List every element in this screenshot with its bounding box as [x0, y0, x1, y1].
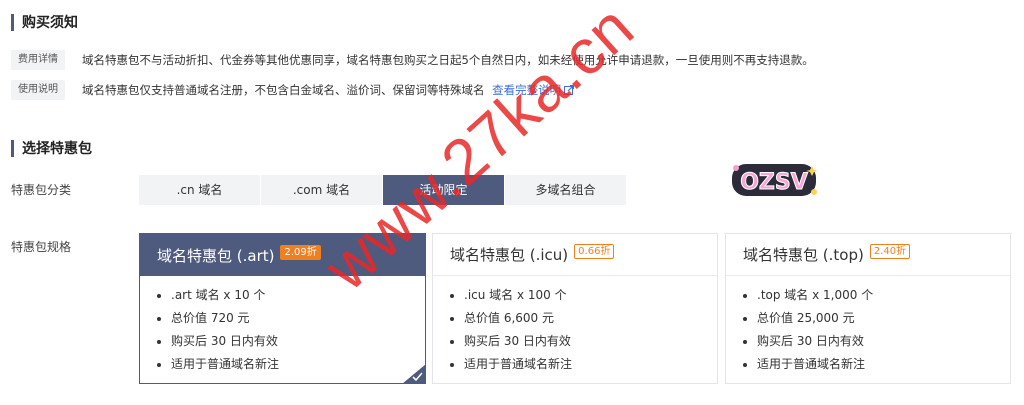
item-text: 总价值 6,600 元 — [464, 311, 554, 325]
tab-cn[interactable]: .cn 域名 — [139, 175, 260, 205]
list-item: 购买后 30 日内有效 — [450, 330, 717, 353]
item-text: 适用于普通域名新注 — [757, 357, 866, 371]
bullet-icon — [157, 362, 161, 367]
item-text: 总价值 25,000 元 — [757, 311, 855, 325]
list-item: .top 域名 x 1,000 个 — [743, 284, 1010, 307]
usage-notes-text: 域名特惠包仅支持普通域名注册，不包含白金域名、溢价词、保留词等特殊域名 — [82, 83, 485, 97]
usage-notes-tag: 使用说明 — [11, 80, 65, 100]
usage-notes-row: 使用说明 域名特惠包仅支持普通域名注册，不包含白金域名、溢价词、保留词等特殊域名… — [11, 80, 575, 100]
card-feature-list: .top 域名 x 1,000 个 总价值 25,000 元 购买后 30 日内… — [726, 276, 1010, 376]
package-card-top[interactable]: 域名特惠包 (.top) 2.40折 .top 域名 x 1,000 个 总价值… — [725, 233, 1011, 384]
list-item: .art 域名 x 10 个 — [157, 284, 425, 307]
item-text: 总价值 720 元 — [171, 311, 250, 325]
title-accent-bar — [11, 139, 14, 157]
item-text: .icu 域名 x 100 个 — [464, 288, 567, 302]
package-card-icu[interactable]: 域名特惠包 (.icu) 0.66折 .icu 域名 x 100 个 总价值 6… — [432, 233, 718, 384]
fee-details-tag: 费用详情 — [11, 50, 65, 70]
item-text: 适用于普通域名新注 — [171, 357, 280, 371]
item-text: 购买后 30 日内有效 — [757, 334, 864, 348]
card-header: 域名特惠包 (.art) 2.09折 — [140, 234, 425, 276]
list-item: 购买后 30 日内有效 — [157, 330, 425, 353]
item-text: .art 域名 x 10 个 — [171, 288, 266, 302]
list-item: 适用于普通域名新注 — [157, 353, 425, 376]
bullet-icon — [743, 316, 747, 321]
discount-badge: 0.66折 — [574, 244, 615, 259]
usage-notes-text-wrap: 域名特惠包仅支持普通域名注册，不包含白金域名、溢价词、保留词等特殊域名 查看完整… — [82, 82, 575, 98]
bullet-icon — [157, 293, 161, 298]
category-tabs: .cn 域名 .com 域名 活动限定 多域名组合 — [139, 175, 627, 205]
bullet-icon — [743, 339, 747, 344]
tab-multi-domain[interactable]: 多域名组合 — [505, 175, 626, 205]
card-header: 域名特惠包 (.icu) 0.66折 — [433, 234, 717, 276]
item-text: .top 域名 x 1,000 个 — [757, 288, 874, 302]
notice-section-title: 购买须知 — [11, 12, 78, 32]
notice-title-text: 购买须知 — [22, 15, 78, 31]
card-title: 域名特惠包 (.top) — [743, 246, 864, 264]
package-card-art[interactable]: 域名特惠包 (.art) 2.09折 .art 域名 x 10 个 总价值 72… — [139, 233, 426, 384]
bullet-icon — [450, 362, 454, 367]
bullet-icon — [743, 362, 747, 367]
card-header: 域名特惠包 (.top) 2.40折 — [726, 234, 1010, 276]
item-text: 购买后 30 日内有效 — [171, 334, 278, 348]
bullet-icon — [743, 293, 747, 298]
fee-details-row: 费用详情 域名特惠包不与活动折扣、代金券等其他优惠同享，域名特惠包购买之日起5个… — [11, 50, 814, 70]
external-link-icon — [564, 85, 575, 95]
tab-limited-event[interactable]: 活动限定 — [383, 175, 504, 205]
discount-badge: 2.09折 — [280, 244, 321, 260]
fee-details-text: 域名特惠包不与活动折扣、代金券等其他优惠同享，域名特惠包购买之日起5个自然日内，… — [82, 53, 814, 67]
selected-check-icon — [402, 364, 426, 384]
bullet-icon — [450, 316, 454, 321]
view-full-description-label: 查看完整说明 — [492, 83, 562, 97]
card-title: 域名特惠包 (.icu) — [450, 246, 569, 264]
bullet-icon — [450, 339, 454, 344]
item-text: 购买后 30 日内有效 — [464, 334, 571, 348]
list-item: 总价值 720 元 — [157, 307, 425, 330]
choose-title-text: 选择特惠包 — [22, 141, 92, 157]
view-full-description-link[interactable]: 查看完整说明 — [492, 82, 575, 98]
list-item: 适用于普通域名新注 — [743, 353, 1010, 376]
ozsv-sticker-logo: OZSV — [732, 164, 818, 196]
list-item: .icu 域名 x 100 个 — [450, 284, 717, 307]
card-feature-list: .icu 域名 x 100 个 总价值 6,600 元 购买后 30 日内有效 … — [433, 276, 717, 376]
list-item: 购买后 30 日内有效 — [743, 330, 1010, 353]
tab-com[interactable]: .com 域名 — [261, 175, 382, 205]
list-item: 适用于普通域名新注 — [450, 353, 717, 376]
card-feature-list: .art 域名 x 10 个 总价值 720 元 购买后 30 日内有效 适用于… — [140, 276, 425, 376]
card-title: 域名特惠包 (.art) — [157, 246, 275, 265]
list-item: 总价值 25,000 元 — [743, 307, 1010, 330]
list-item: 总价值 6,600 元 — [450, 307, 717, 330]
sticker-lettering: OZSV — [740, 170, 808, 195]
discount-badge: 2.40折 — [869, 244, 911, 259]
bullet-icon — [157, 339, 161, 344]
item-text: 适用于普通域名新注 — [464, 357, 573, 371]
bullet-icon — [157, 316, 161, 321]
spec-label: 特惠包规格 — [11, 240, 72, 254]
category-label: 特惠包分类 — [11, 183, 72, 197]
choose-section-title: 选择特惠包 — [11, 138, 92, 158]
bullet-icon — [450, 293, 454, 298]
title-accent-bar — [11, 13, 14, 31]
